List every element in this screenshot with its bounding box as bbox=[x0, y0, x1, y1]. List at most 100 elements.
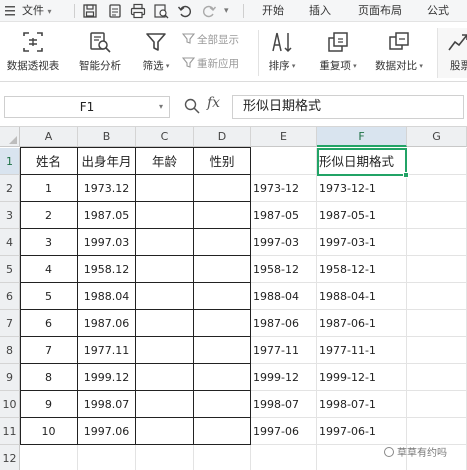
cell-d1[interactable]: 性别 bbox=[194, 148, 251, 175]
column-header-a[interactable]: A bbox=[20, 127, 78, 147]
cell-c8[interactable] bbox=[136, 337, 194, 364]
cell-a5[interactable]: 4 bbox=[20, 256, 78, 283]
cell-a7[interactable]: 6 bbox=[20, 310, 78, 337]
row-header-6[interactable]: 6 bbox=[0, 283, 20, 310]
cell-g5[interactable] bbox=[407, 256, 467, 283]
pivot-table-button[interactable]: 数据透视表 bbox=[2, 28, 64, 78]
cell-b3[interactable]: 1987.05 bbox=[78, 202, 136, 229]
cell-e9[interactable]: 1999-12 bbox=[251, 364, 317, 391]
cell-f3[interactable]: 1987-05-1 bbox=[317, 202, 407, 229]
cell-c4[interactable] bbox=[136, 229, 194, 256]
cell-g1[interactable] bbox=[407, 148, 467, 175]
cell-d9[interactable] bbox=[194, 364, 251, 391]
row-header-10[interactable]: 10 bbox=[0, 391, 20, 418]
cell-c9[interactable] bbox=[136, 364, 194, 391]
cell-a1[interactable]: 姓名 bbox=[20, 148, 78, 175]
formula-input[interactable]: 形似日期格式 bbox=[232, 95, 464, 119]
cell-c5[interactable] bbox=[136, 256, 194, 283]
cell-f9[interactable]: 1999-12-1 bbox=[317, 364, 407, 391]
cell-f11[interactable]: 1997-06-1 bbox=[317, 418, 407, 445]
cell-e6[interactable]: 1988-04 bbox=[251, 283, 317, 310]
cell-c7[interactable] bbox=[136, 310, 194, 337]
cell-a9[interactable]: 8 bbox=[20, 364, 78, 391]
print-icon[interactable] bbox=[130, 3, 146, 19]
cell-b5[interactable]: 1958.12 bbox=[78, 256, 136, 283]
name-box[interactable]: F1 ▾ bbox=[4, 96, 170, 118]
column-header-g[interactable]: G bbox=[407, 127, 467, 147]
cell-d12[interactable] bbox=[194, 445, 251, 470]
row-header-4[interactable]: 4 bbox=[0, 229, 20, 256]
cell-e7[interactable]: 1987-06 bbox=[251, 310, 317, 337]
cell-f8[interactable]: 1977-11-1 bbox=[317, 337, 407, 364]
cell-a4[interactable]: 3 bbox=[20, 229, 78, 256]
row-header-3[interactable]: 3 bbox=[0, 202, 20, 229]
cell-d7[interactable] bbox=[194, 310, 251, 337]
cell-c6[interactable] bbox=[136, 283, 194, 310]
cell-b1[interactable]: 出身年月 bbox=[78, 148, 136, 175]
cell-e10[interactable]: 1998-07 bbox=[251, 391, 317, 418]
cell-e11[interactable]: 1997-06 bbox=[251, 418, 317, 445]
row-header-1[interactable]: 1 bbox=[0, 148, 20, 175]
cell-g4[interactable] bbox=[407, 229, 467, 256]
fill-handle[interactable] bbox=[403, 172, 409, 178]
filter-button[interactable]: 筛选 ▾ bbox=[136, 28, 176, 78]
row-header-8[interactable]: 8 bbox=[0, 337, 20, 364]
data-compare-button[interactable]: 数据对比 ▾ bbox=[369, 28, 429, 78]
redo-icon[interactable] bbox=[201, 3, 217, 19]
save-icon[interactable] bbox=[82, 3, 98, 19]
tab-page-layout[interactable]: 页面布局 bbox=[350, 0, 410, 22]
zoom-icon[interactable] bbox=[184, 98, 200, 114]
cell-f5[interactable]: 1958-12-1 bbox=[317, 256, 407, 283]
column-header-f[interactable]: F bbox=[317, 127, 407, 147]
cell-e5[interactable]: 1958-12 bbox=[251, 256, 317, 283]
column-header-c[interactable]: C bbox=[136, 127, 194, 147]
cell-e8[interactable]: 1977-11 bbox=[251, 337, 317, 364]
cell-d11[interactable] bbox=[194, 418, 251, 445]
tab-home[interactable]: 开始 bbox=[253, 0, 293, 22]
cell-a3[interactable]: 2 bbox=[20, 202, 78, 229]
quick-access-more-icon[interactable]: ▾ bbox=[224, 3, 229, 19]
column-header-d[interactable]: D bbox=[194, 127, 251, 147]
name-box-chevron-icon[interactable]: ▾ bbox=[159, 97, 163, 117]
cell-c3[interactable] bbox=[136, 202, 194, 229]
row-header-9[interactable]: 9 bbox=[0, 364, 20, 391]
cell-d10[interactable] bbox=[194, 391, 251, 418]
row-header-5[interactable]: 5 bbox=[0, 256, 20, 283]
cell-d6[interactable] bbox=[194, 283, 251, 310]
cell-d8[interactable] bbox=[194, 337, 251, 364]
cell-c1[interactable]: 年龄 bbox=[136, 148, 194, 175]
stock-button[interactable]: 股票 bbox=[437, 28, 467, 78]
cell-a10[interactable]: 9 bbox=[20, 391, 78, 418]
export-pdf-icon[interactable] bbox=[107, 3, 123, 19]
cell-a12[interactable] bbox=[20, 445, 78, 470]
cell-b9[interactable]: 1999.12 bbox=[78, 364, 136, 391]
cell-g3[interactable] bbox=[407, 202, 467, 229]
show-all-button[interactable]: 全部显示 bbox=[181, 32, 239, 48]
cell-b2[interactable]: 1973.12 bbox=[78, 175, 136, 202]
cell-e12[interactable] bbox=[251, 445, 317, 470]
smart-analysis-button[interactable]: 智能分析 bbox=[72, 28, 128, 78]
cell-a6[interactable]: 5 bbox=[20, 283, 78, 310]
cell-c12[interactable] bbox=[136, 445, 194, 470]
cell-e1[interactable] bbox=[251, 148, 317, 175]
row-header-2[interactable]: 2 bbox=[0, 175, 20, 202]
cell-c2[interactable] bbox=[136, 175, 194, 202]
undo-icon[interactable] bbox=[177, 3, 193, 19]
cell-e4[interactable]: 1997-03 bbox=[251, 229, 317, 256]
cell-f10[interactable]: 1998-07-1 bbox=[317, 391, 407, 418]
duplicates-button[interactable]: 重复项 ▾ bbox=[312, 28, 364, 78]
cell-a2[interactable]: 1 bbox=[20, 175, 78, 202]
cell-f4[interactable]: 1997-03-1 bbox=[317, 229, 407, 256]
row-header-12[interactable]: 12 bbox=[0, 445, 20, 470]
cell-f2[interactable]: 1973-12-1 bbox=[317, 175, 407, 202]
tab-insert[interactable]: 插入 bbox=[300, 0, 340, 22]
sort-button[interactable]: 排序 ▾ bbox=[263, 28, 301, 78]
cell-g7[interactable] bbox=[407, 310, 467, 337]
cell-d3[interactable] bbox=[194, 202, 251, 229]
cell-e3[interactable]: 1987-05 bbox=[251, 202, 317, 229]
select-all-corner[interactable] bbox=[0, 127, 20, 147]
cell-d4[interactable] bbox=[194, 229, 251, 256]
cell-b12[interactable] bbox=[78, 445, 136, 470]
cell-c11[interactable] bbox=[136, 418, 194, 445]
print-preview-icon[interactable] bbox=[153, 3, 169, 19]
